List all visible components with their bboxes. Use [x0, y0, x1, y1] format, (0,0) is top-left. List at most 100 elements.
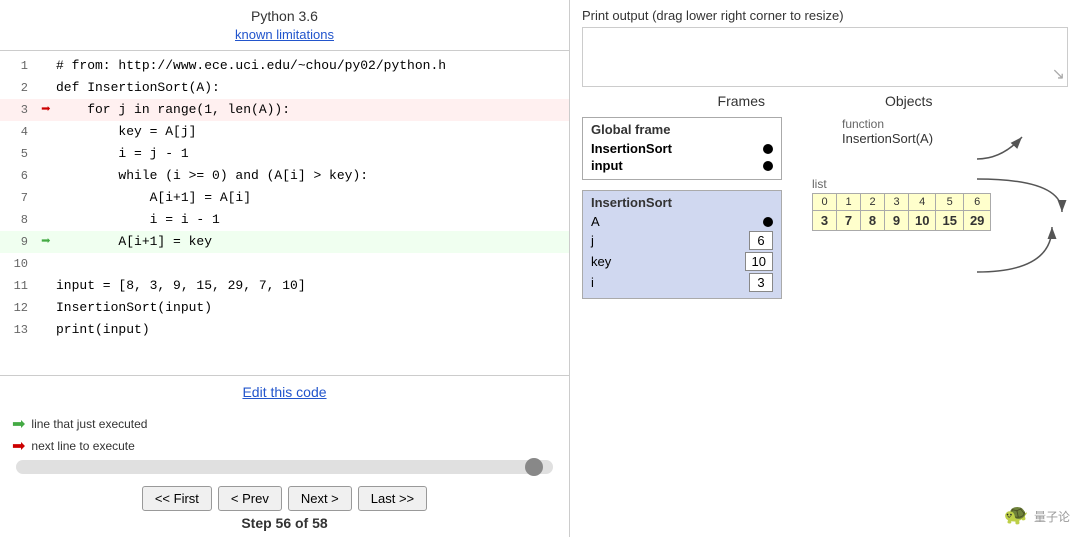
- insertion-frame-label: InsertionSort: [591, 195, 773, 210]
- code-line-11: 11 input = [8, 3, 9, 15, 29, 7, 10]: [0, 275, 569, 297]
- last-button[interactable]: Last >>: [358, 486, 427, 511]
- line-content-6: while (i >= 0) and (A[i] > key):: [56, 165, 569, 187]
- legend-green-label: line that just executed: [31, 417, 147, 431]
- code-line-3: 3➡ for j in range(1, len(A)):: [0, 99, 569, 121]
- line-content-11: input = [8, 3, 9, 15, 29, 7, 10]: [56, 275, 569, 297]
- i-var-label: i: [591, 275, 594, 290]
- list-value-1: 7: [837, 211, 861, 231]
- legend-red-label: next line to execute: [31, 439, 134, 453]
- left-panel: Python 3.6 known limitations 1# from: ht…: [0, 0, 570, 537]
- line-num-4: 4: [0, 121, 36, 143]
- list-index-1: 1: [837, 194, 861, 211]
- line-num-9: 9: [0, 231, 36, 253]
- list-value-2: 8: [861, 211, 885, 231]
- insertion-sort-var-row: InsertionSort: [591, 141, 773, 156]
- viz-area: Global frame InsertionSort input Inserti…: [582, 117, 1068, 529]
- line-content-3: for j in range(1, len(A)):: [56, 99, 569, 121]
- insertion-sort-frame: InsertionSort A j 6 key 10 i 3: [582, 190, 782, 299]
- global-frame-label: Global frame: [591, 122, 773, 137]
- line-num-5: 5: [0, 143, 36, 165]
- code-line-6: 6 while (i >= 0) and (A[i] > key):: [0, 165, 569, 187]
- frames-objects-header: Frames Objects: [582, 93, 1068, 109]
- python-version-text: Python 3.6: [251, 8, 318, 24]
- watermark-icon: 🐢: [1004, 504, 1029, 526]
- list-index-5: 5: [936, 194, 963, 211]
- line-content-4: key = A[j]: [56, 121, 569, 143]
- code-area: 1# from: http://www.ece.uci.edu/~chou/py…: [0, 50, 569, 376]
- line-content-9: A[i+1] = key: [56, 231, 569, 253]
- code-line-12: 12InsertionSort(input): [0, 297, 569, 319]
- line-num-3: 3: [0, 99, 36, 121]
- key-val: 10: [745, 252, 773, 271]
- nav-row: << First < Prev Next > Last >> Step 56 o…: [0, 478, 569, 537]
- line-content-13: print(input): [56, 319, 569, 341]
- i-val: 3: [749, 273, 773, 292]
- limitations-link-row: known limitations: [0, 26, 569, 50]
- edit-link-row: Edit this code: [0, 376, 569, 410]
- list-box-container: list 01234563789101529: [812, 177, 991, 231]
- edit-code-link[interactable]: Edit this code: [242, 384, 326, 400]
- frames-col: Global frame InsertionSort input Inserti…: [582, 117, 782, 529]
- line-content-2: def InsertionSort(A):: [56, 77, 569, 99]
- output-label: Print output (drag lower right corner to…: [582, 8, 1068, 23]
- next-button[interactable]: Next >: [288, 486, 352, 511]
- code-line-5: 5 i = j - 1: [0, 143, 569, 165]
- j-var-row: j 6: [591, 231, 773, 250]
- slider-track[interactable]: [16, 460, 553, 474]
- function-name: InsertionSort(A): [842, 131, 933, 146]
- code-line-13: 13 print(input): [0, 319, 569, 341]
- a-var-label: A: [591, 214, 600, 229]
- global-frame-box: Global frame InsertionSort input: [582, 117, 782, 180]
- j-var-label: j: [591, 233, 594, 248]
- objects-col: function InsertionSort(A) list 012345637…: [782, 117, 1068, 529]
- line-num-8: 8: [0, 209, 36, 231]
- watermark: 🐢 量子论: [1004, 502, 1070, 527]
- line-content-7: A[i+1] = A[i]: [56, 187, 569, 209]
- i-var-row: i 3: [591, 273, 773, 292]
- line-num-10: 10: [0, 253, 36, 275]
- list-index-6: 6: [963, 194, 990, 211]
- function-label: function: [842, 117, 933, 131]
- right-panel: Print output (drag lower right corner to…: [570, 0, 1080, 537]
- step-label: Step 56 of 58: [241, 515, 327, 531]
- insertion-sort-dot: [763, 144, 773, 154]
- code-line-1: 1# from: http://www.ece.uci.edu/~chou/py…: [0, 55, 569, 77]
- input-var-row: input: [591, 158, 773, 173]
- j-val: 6: [749, 231, 773, 250]
- list-label: list: [812, 177, 991, 191]
- line-num-6: 6: [0, 165, 36, 187]
- legend-green-item: ➡ line that just executed: [12, 414, 557, 434]
- list-index-2: 2: [861, 194, 885, 211]
- green-arrow-icon: ➡: [41, 233, 51, 251]
- line-content-5: i = j - 1: [56, 143, 569, 165]
- slider-thumb[interactable]: [525, 458, 543, 476]
- code-line-10: 10: [0, 253, 569, 275]
- legend-green-arrow: ➡: [12, 414, 25, 434]
- code-line-2: 2def InsertionSort(A):: [0, 77, 569, 99]
- code-line-4: 4 key = A[j]: [0, 121, 569, 143]
- legend-red-arrow: ➡: [12, 436, 25, 456]
- list-index-3: 3: [885, 194, 909, 211]
- objects-header: Objects: [885, 93, 932, 109]
- line-arrow-9: ➡: [36, 231, 56, 254]
- code-line-9: 9 ➡ A[i+1] = key: [0, 231, 569, 253]
- list-value-3: 9: [885, 211, 909, 231]
- limitations-link[interactable]: known limitations: [235, 27, 334, 42]
- line-num-7: 7: [0, 187, 36, 209]
- line-num-13: 13: [0, 319, 36, 341]
- list-table: 01234563789101529: [812, 193, 991, 231]
- line-num-11: 11: [0, 275, 36, 297]
- first-button[interactable]: << First: [142, 486, 212, 511]
- resize-handle[interactable]: ↘: [1052, 64, 1065, 84]
- a-var-row: A: [591, 214, 773, 229]
- slider-row: [0, 460, 569, 474]
- prev-button[interactable]: < Prev: [218, 486, 282, 511]
- code-line-7: 7 A[i+1] = A[i]: [0, 187, 569, 209]
- key-var-label: key: [591, 254, 611, 269]
- list-value-6: 29: [963, 211, 990, 231]
- list-value-0: 3: [813, 211, 837, 231]
- watermark-text: 量子论: [1034, 510, 1070, 524]
- line-num-12: 12: [0, 297, 36, 319]
- frames-header: Frames: [718, 93, 765, 109]
- function-box: function InsertionSort(A): [842, 117, 933, 146]
